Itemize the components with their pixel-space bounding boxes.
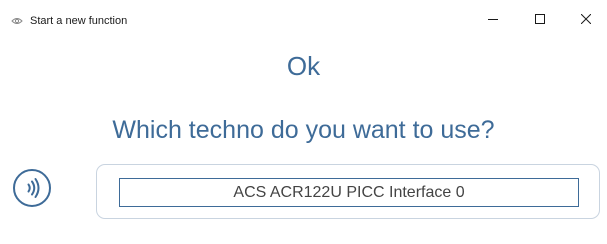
maximize-button[interactable] <box>517 0 563 40</box>
window-title: Start a new function <box>30 15 128 27</box>
minimize-icon <box>488 11 498 29</box>
reader-list-panel: ACS ACR122U PICC Interface 0 <box>96 164 600 219</box>
nfc-contactless-icon <box>12 168 52 208</box>
techno-question: Which techno do you want to use? <box>112 116 495 144</box>
reader-option-acr122u[interactable]: ACS ACR122U PICC Interface 0 <box>119 178 579 207</box>
app-window: Start a new function Ok Which techno do … <box>0 0 607 244</box>
status-text: Ok <box>286 51 321 81</box>
maximize-icon <box>535 11 545 29</box>
title-bar[interactable]: Start a new function <box>0 0 607 40</box>
close-icon <box>580 11 592 29</box>
close-button[interactable] <box>563 0 607 40</box>
eye-icon <box>11 14 23 26</box>
minimize-button[interactable] <box>470 0 516 40</box>
